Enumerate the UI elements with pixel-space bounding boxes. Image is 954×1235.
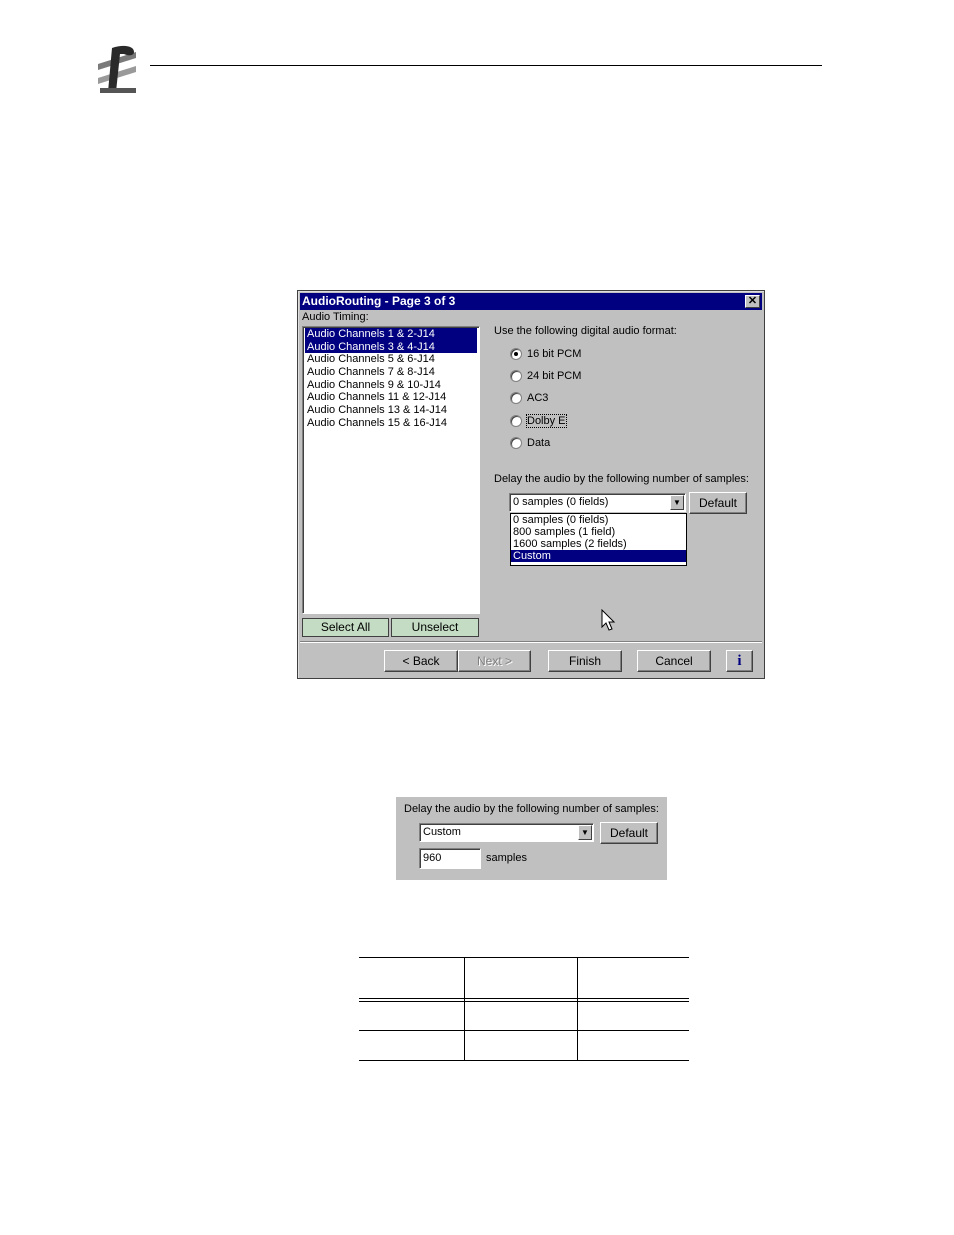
dialog-titlebar: AudioRouting - Page 3 of 3 ✕ — [300, 293, 762, 310]
select-all-button[interactable]: Select All — [302, 618, 389, 637]
delay-select[interactable]: 0 samples (0 fields) ▼ — [509, 493, 686, 512]
table-column-divider — [577, 957, 578, 1061]
radio-icon[interactable] — [510, 370, 522, 382]
button-separator — [300, 641, 762, 643]
table-rule-header — [359, 998, 689, 999]
radio-icon[interactable] — [510, 437, 522, 449]
table-rule-row — [359, 1030, 689, 1031]
info-icon[interactable]: i — [726, 650, 753, 672]
delay-option-custom[interactable]: Custom — [511, 550, 686, 562]
default-button[interactable]: Default — [689, 492, 747, 514]
list-item-channels-1-2[interactable]: Audio Channels 1 & 2-J14 — [305, 328, 477, 341]
list-item-channels-13-14[interactable]: Audio Channels 13 & 14-J14 — [305, 404, 477, 417]
radio-label: 24 bit PCM — [527, 370, 582, 382]
delay-select-value: 0 samples (0 fields) — [513, 496, 609, 508]
custom-delay-select[interactable]: Custom ▼ — [419, 823, 594, 842]
chevron-down-icon[interactable]: ▼ — [670, 495, 684, 510]
list-item-channels-15-16[interactable]: Audio Channels 15 & 16-J14 — [305, 417, 477, 430]
samples-label: samples — [486, 852, 527, 864]
samples-input[interactable]: 960 — [419, 848, 481, 869]
radio-icon[interactable] — [510, 415, 522, 427]
delay-option[interactable]: 1600 samples (2 fields) — [511, 538, 686, 550]
delay-option[interactable]: 800 samples (1 field) — [511, 526, 686, 538]
mouse-pointer-icon — [601, 609, 616, 631]
radio-dolby-e[interactable]: Dolby E — [510, 414, 567, 428]
audio-timing-label: Audio Timing: — [302, 311, 369, 323]
back-button[interactable]: < Back — [384, 650, 458, 672]
list-item-channels-9-10[interactable]: Audio Channels 9 & 10-J14 — [305, 379, 477, 392]
custom-delay-select-value: Custom — [423, 826, 461, 838]
samples-input-value: 960 — [423, 852, 442, 864]
custom-delay-panel: Delay the audio by the following number … — [396, 797, 667, 880]
radio-label: Dolby E — [526, 414, 567, 428]
radio-16-bit-pcm[interactable]: 16 bit PCM — [510, 347, 581, 361]
chevron-down-icon[interactable]: ▼ — [578, 825, 592, 840]
dialog-title: AudioRouting - Page 3 of 3 — [302, 294, 456, 308]
table-rule-bottom — [359, 1060, 689, 1061]
delay-dropdown-list[interactable]: 0 samples (0 fields) 800 samples (1 fiel… — [510, 513, 687, 566]
table-rule-top — [359, 957, 689, 958]
next-button[interactable]: Next > — [458, 650, 531, 672]
list-item-channels-11-12[interactable]: Audio Channels 11 & 12-J14 — [305, 391, 477, 404]
radio-label: AC3 — [527, 392, 549, 404]
custom-default-button[interactable]: Default — [600, 822, 658, 844]
delay-option[interactable]: 0 samples (0 fields) — [511, 514, 686, 526]
cancel-button[interactable]: Cancel — [637, 650, 711, 672]
audio-channel-list[interactable]: Audio Channels 1 & 2-J14 Audio Channels … — [302, 326, 480, 614]
custom-delay-prompt: Delay the audio by the following number … — [404, 803, 659, 815]
radio-ac3[interactable]: AC3 — [510, 391, 548, 405]
audio-routing-dialog: AudioRouting - Page 3 of 3 ✕ Audio Timin… — [297, 290, 765, 679]
list-item-channels-7-8[interactable]: Audio Channels 7 & 8-J14 — [305, 366, 477, 379]
radio-icon[interactable] — [510, 392, 522, 404]
header-rule — [150, 65, 822, 66]
delay-prompt: Delay the audio by the following number … — [494, 473, 749, 485]
radio-data[interactable]: Data — [510, 436, 550, 450]
radio-24-bit-pcm[interactable]: 24 bit PCM — [510, 369, 581, 383]
radio-label: 16 bit PCM — [527, 348, 582, 360]
ruled-table — [359, 957, 689, 1061]
list-item-channels-5-6[interactable]: Audio Channels 5 & 6-J14 — [305, 353, 477, 366]
format-prompt: Use the following digital audio format: — [494, 325, 677, 337]
finish-button[interactable]: Finish — [548, 650, 622, 672]
list-item-channels-3-4[interactable]: Audio Channels 3 & 4-J14 — [305, 340, 477, 354]
radio-checked-icon[interactable] — [510, 348, 522, 360]
radio-label: Data — [527, 437, 551, 449]
close-icon[interactable]: ✕ — [745, 295, 760, 308]
company-logo — [96, 44, 138, 94]
table-column-divider — [464, 957, 465, 1061]
unselect-button[interactable]: Unselect — [391, 618, 479, 637]
table-rule-header-double — [359, 1001, 689, 1002]
